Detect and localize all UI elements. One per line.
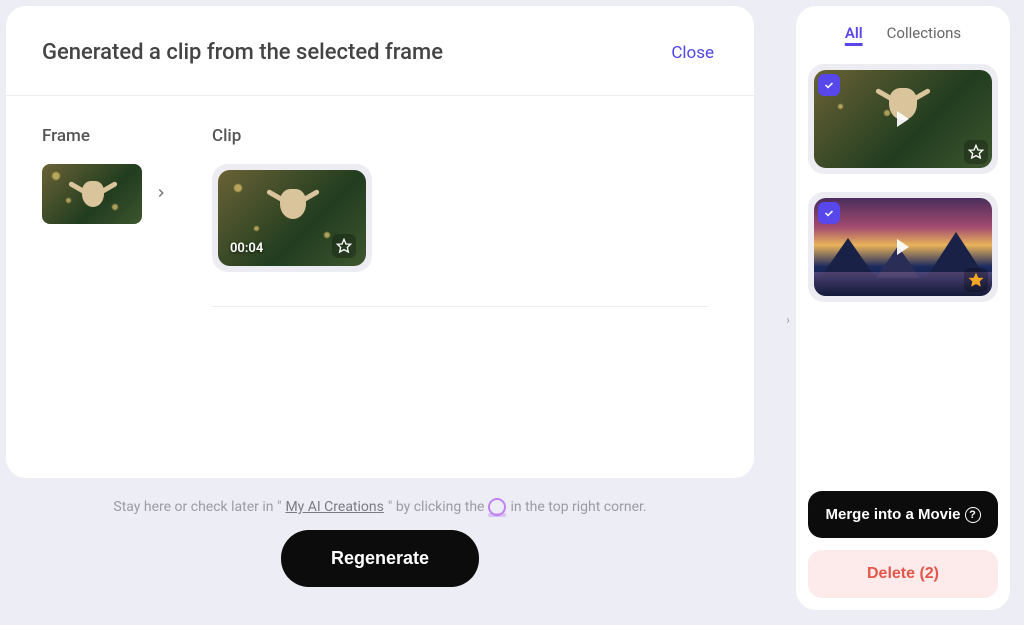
clip-card[interactable]: 00:04 (212, 164, 372, 272)
sidebar-collapse-handle[interactable]: › (780, 312, 796, 328)
regenerate-button[interactable]: Regenerate (281, 530, 479, 587)
favorite-button[interactable] (964, 140, 988, 164)
frame-label: Frame (42, 126, 172, 146)
close-button[interactable]: Close (671, 43, 714, 63)
tab-all[interactable]: All (845, 24, 863, 48)
tab-collections[interactable]: Collections (887, 24, 962, 48)
selected-check-icon[interactable] (818, 74, 840, 96)
sidebar: All Collections (796, 6, 1010, 610)
result-card: Generated a clip from the selected frame… (6, 6, 754, 478)
gallery-item[interactable] (808, 192, 998, 302)
favorite-button[interactable] (332, 234, 356, 258)
help-icon[interactable]: ? (965, 507, 981, 523)
play-icon (897, 239, 909, 255)
my-ai-creations-link[interactable]: My AI Creations (285, 499, 383, 515)
clip-label: Clip (212, 126, 718, 146)
sidebar-tabs: All Collections (808, 24, 998, 48)
merge-button[interactable]: Merge into a Movie ? (808, 491, 998, 538)
sidebar-actions: Merge into a Movie ? Delete (2) (808, 491, 998, 598)
card-header: Generated a clip from the selected frame… (6, 6, 754, 96)
creations-icon (488, 498, 506, 516)
divider (212, 306, 708, 307)
gallery (808, 64, 998, 302)
hint-pre: Stay here or check later in " (113, 499, 281, 515)
gallery-item[interactable] (808, 64, 998, 174)
chevron-right-icon (154, 185, 168, 204)
frame-thumbnail[interactable] (42, 164, 142, 224)
frame-column: Frame (42, 126, 172, 307)
hint-text: Stay here or check later in " My AI Crea… (113, 498, 646, 516)
delete-button[interactable]: Delete (2) (808, 550, 998, 598)
hint-mid: " by clicking the (388, 499, 485, 515)
content-row: Frame Clip 00:04 (6, 96, 754, 307)
hint-post: in the top right corner. (510, 499, 646, 515)
play-icon (897, 111, 909, 127)
bottom-area: Stay here or check later in " My AI Crea… (6, 498, 754, 587)
clip-column: Clip 00:04 (212, 126, 718, 307)
card-title: Generated a clip from the selected frame (42, 40, 443, 65)
favorite-button[interactable] (964, 268, 988, 292)
clip-duration: 00:04 (230, 241, 263, 256)
merge-label: Merge into a Movie (825, 506, 960, 523)
selected-check-icon[interactable] (818, 202, 840, 224)
